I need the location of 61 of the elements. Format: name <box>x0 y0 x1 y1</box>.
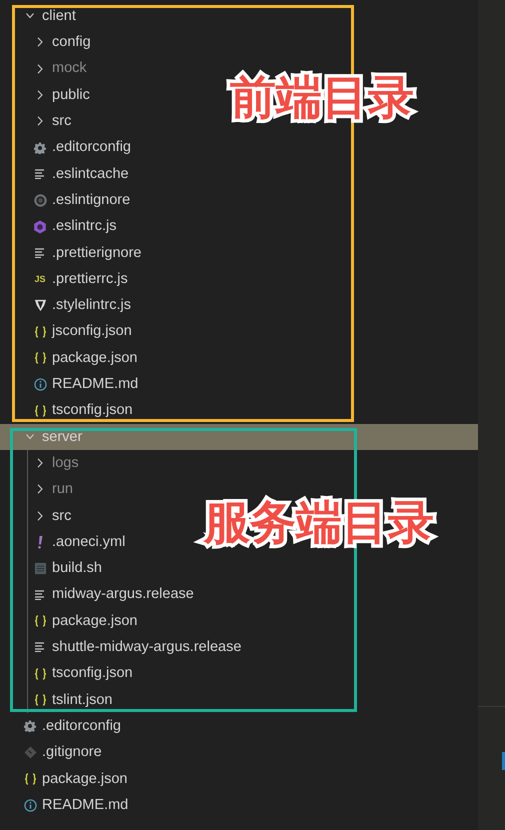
circle-icon <box>34 194 46 207</box>
file-row[interactable]: tsconfig.json <box>0 660 141 687</box>
braces-icon <box>34 352 46 364</box>
info-icon <box>34 378 46 391</box>
file-row[interactable]: README.md <box>0 792 136 818</box>
folder-row[interactable]: run <box>0 476 81 503</box>
braces-icon <box>34 694 46 706</box>
folder-row[interactable]: client <box>0 3 84 30</box>
lines-icon <box>35 642 45 652</box>
file-row[interactable]: package.json <box>0 766 136 792</box>
chevron-icon <box>36 116 44 126</box>
file-row[interactable]: build.sh <box>0 555 110 582</box>
file-row[interactable]: tsconfig.json <box>0 397 141 424</box>
panel-marker <box>502 752 505 770</box>
chevron-icon <box>36 510 44 521</box>
lines-icon <box>35 590 45 600</box>
lines-icon <box>35 248 45 258</box>
file-row[interactable]: .editorconfig <box>0 713 129 740</box>
file-row[interactable]: JS .prettierrc.js <box>0 266 136 292</box>
file-row[interactable]: .aoneci.yml <box>0 528 134 556</box>
file-row[interactable]: jsconfig.json <box>0 318 140 345</box>
braces-icon <box>24 772 36 785</box>
braces-icon <box>34 614 46 627</box>
diamond-icon <box>24 746 36 759</box>
exclamation-icon <box>37 536 43 549</box>
file-row[interactable]: .prettierignore <box>0 240 150 266</box>
file-row[interactable]: package.json <box>0 608 146 634</box>
document-icon <box>34 562 46 575</box>
folder-row[interactable]: public <box>0 82 98 108</box>
folder-row[interactable]: config <box>0 29 99 56</box>
file-row[interactable]: .editorconfig <box>0 134 139 161</box>
folder-row[interactable]: logs <box>0 450 87 476</box>
file-row[interactable]: shuttle-midway-argus.release <box>0 634 250 660</box>
js-icon: JS <box>34 274 46 284</box>
info-icon <box>24 798 36 812</box>
file-row[interactable]: midway-argus.release <box>0 582 202 608</box>
file-row[interactable]: .gitignore <box>0 739 110 766</box>
chevron-icon <box>36 90 44 100</box>
file-row[interactable]: README.md <box>0 371 146 398</box>
file-row[interactable]: .eslintignore <box>0 187 138 214</box>
chevron-icon <box>36 484 44 494</box>
file-row[interactable]: package.json <box>0 344 146 372</box>
folder-row[interactable]: src <box>0 502 80 529</box>
chevron-icon <box>26 432 34 442</box>
folder-row[interactable]: mock <box>0 56 95 82</box>
gear-icon <box>24 720 36 732</box>
braces-icon <box>34 326 46 338</box>
folder-row[interactable]: src <box>0 108 80 134</box>
stylelint-icon <box>34 298 46 312</box>
chevron-icon <box>36 64 44 74</box>
chevron-icon <box>36 458 44 468</box>
braces-icon <box>34 668 46 680</box>
braces-icon <box>34 404 46 417</box>
file-row[interactable]: tslint.json <box>0 686 120 714</box>
gear-icon <box>34 142 46 154</box>
chevron-icon <box>36 37 44 48</box>
file-row[interactable]: .stylelintrc.js <box>0 292 139 319</box>
file-row[interactable]: .eslintrc.js <box>0 213 124 240</box>
file-row[interactable]: .eslintcache <box>0 160 137 188</box>
hexagon-icon <box>33 220 47 234</box>
lines-icon <box>35 168 45 179</box>
